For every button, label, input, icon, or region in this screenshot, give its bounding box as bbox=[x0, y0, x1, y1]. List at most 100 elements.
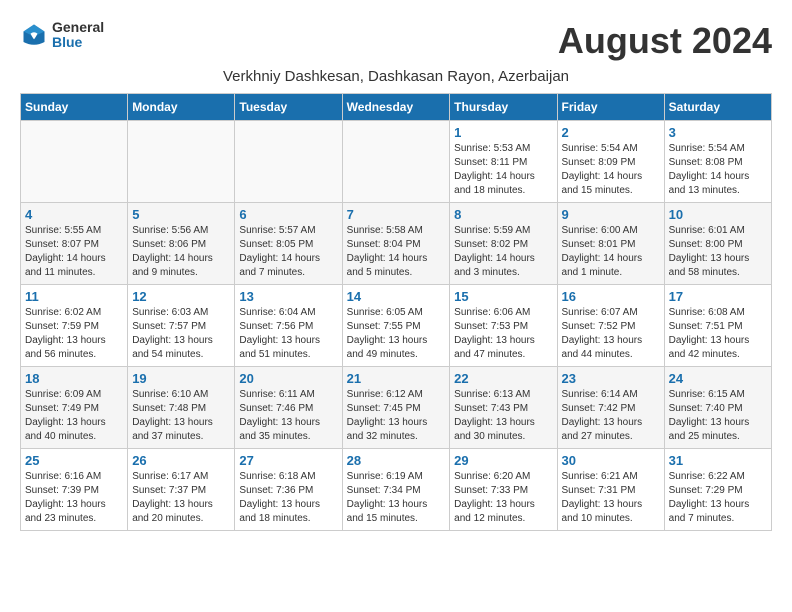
day-info: Sunrise: 6:07 AMSunset: 7:52 PMDaylight:… bbox=[562, 306, 660, 362]
calendar-cell: 26Sunrise: 6:17 AMSunset: 7:37 PMDayligh… bbox=[128, 449, 235, 531]
calendar-cell: 9 Sunrise: 6:00 AMSunset: 8:01 PMDaylight… bbox=[557, 203, 664, 285]
calendar-cell: 23 Sunrise: 6:14 AMSunset: 7:42 PMDayligh… bbox=[557, 367, 664, 449]
day-number: 5 bbox=[132, 207, 230, 222]
day-info: Sunrise: 6:15 AMSunset: 7:40 PMDaylight:… bbox=[669, 388, 767, 444]
day-number: 30 bbox=[562, 453, 660, 468]
calendar-cell: 28 Sunrise: 6:19 AMSunset: 7:34 PMDayligh… bbox=[342, 449, 450, 531]
calendar-cell bbox=[235, 121, 342, 203]
calendar-cell: 1 Sunrise: 5:53 AMSunset: 8:11 PMDaylight… bbox=[450, 121, 557, 203]
calendar-cell: 8 Sunrise: 5:59 AMSunset: 8:02 PMDaylight… bbox=[450, 203, 557, 285]
day-number: 13 bbox=[239, 289, 337, 304]
calendar-cell bbox=[342, 121, 450, 203]
calendar-table: SundayMondayTuesdayWednesdayThursdayFrid… bbox=[20, 93, 772, 531]
calendar-cell: 20 Sunrise: 6:11 AMSunset: 7:46 PMDayligh… bbox=[235, 367, 342, 449]
calendar-cell: 19 Sunrise: 6:10 AMSunset: 7:48 PMDayligh… bbox=[128, 367, 235, 449]
day-info: Sunrise: 6:03 AMSunset: 7:57 PMDaylight:… bbox=[132, 306, 230, 362]
day-info: Sunrise: 5:54 AMSunset: 8:09 PMDaylight:… bbox=[562, 142, 660, 198]
day-info: Sunrise: 6:05 AMSunset: 7:55 PMDaylight:… bbox=[347, 306, 446, 362]
day-number: 24 bbox=[669, 371, 767, 386]
column-header-thursday: Thursday bbox=[450, 94, 557, 121]
logo-blue: Blue bbox=[52, 35, 104, 50]
day-info: Sunrise: 6:21 AMSunset: 7:31 PMDaylight:… bbox=[562, 470, 660, 526]
day-info: Sunrise: 6:00 AMSunset: 8:01 PMDaylight:… bbox=[562, 224, 660, 280]
week-row-1: 1 Sunrise: 5:53 AMSunset: 8:11 PMDaylight… bbox=[21, 121, 772, 203]
day-info: Sunrise: 6:17 AMSunset: 7:37 PMDaylight:… bbox=[132, 470, 230, 526]
day-info: Sunrise: 5:57 AMSunset: 8:05 PMDaylight:… bbox=[239, 224, 337, 280]
logo-text: General Blue bbox=[52, 20, 104, 51]
day-info: Sunrise: 6:22 AMSunset: 7:29 PMDaylight:… bbox=[669, 470, 767, 526]
calendar-cell: 22 Sunrise: 6:13 AMSunset: 7:43 PMDayligh… bbox=[450, 367, 557, 449]
calendar-cell: 10 Sunrise: 6:01 AMSunset: 8:00 PMDayligh… bbox=[664, 203, 771, 285]
calendar-cell: 15 Sunrise: 6:06 AMSunset: 7:53 PMDayligh… bbox=[450, 285, 557, 367]
calendar-cell bbox=[128, 121, 235, 203]
column-header-sunday: Sunday bbox=[21, 94, 128, 121]
day-info: Sunrise: 6:02 AMSunset: 7:59 PMDaylight:… bbox=[25, 306, 123, 362]
column-header-friday: Friday bbox=[557, 94, 664, 121]
day-number: 14 bbox=[347, 289, 446, 304]
day-number: 7 bbox=[347, 207, 446, 222]
day-info: Sunrise: 6:01 AMSunset: 8:00 PMDaylight:… bbox=[669, 224, 767, 280]
day-info: Sunrise: 6:10 AMSunset: 7:48 PMDaylight:… bbox=[132, 388, 230, 444]
calendar-cell: 7 Sunrise: 5:58 AMSunset: 8:04 PMDaylight… bbox=[342, 203, 450, 285]
day-number: 25 bbox=[25, 453, 123, 468]
day-number: 1 bbox=[454, 125, 552, 140]
calendar-header-row: SundayMondayTuesdayWednesdayThursdayFrid… bbox=[21, 94, 772, 121]
week-row-3: 11 Sunrise: 6:02 AMSunset: 7:59 PMDayligh… bbox=[21, 285, 772, 367]
day-info: Sunrise: 6:14 AMSunset: 7:42 PMDaylight:… bbox=[562, 388, 660, 444]
day-number: 20 bbox=[239, 371, 337, 386]
logo-general: General bbox=[52, 20, 104, 35]
day-info: Sunrise: 5:56 AMSunset: 8:06 PMDaylight:… bbox=[132, 224, 230, 280]
day-number: 8 bbox=[454, 207, 552, 222]
calendar-cell: 5 Sunrise: 5:56 AMSunset: 8:06 PMDaylight… bbox=[128, 203, 235, 285]
day-number: 11 bbox=[25, 289, 123, 304]
day-number: 27 bbox=[239, 453, 337, 468]
header-section: General Blue August 2024 bbox=[20, 20, 772, 62]
calendar-cell: 18Sunrise: 6:09 AMSunset: 7:49 PMDayligh… bbox=[21, 367, 128, 449]
day-number: 3 bbox=[669, 125, 767, 140]
day-number: 9 bbox=[562, 207, 660, 222]
day-info: Sunrise: 6:13 AMSunset: 7:43 PMDaylight:… bbox=[454, 388, 552, 444]
day-number: 2 bbox=[562, 125, 660, 140]
day-number: 29 bbox=[454, 453, 552, 468]
week-row-2: 4 Sunrise: 5:55 AMSunset: 8:07 PMDaylight… bbox=[21, 203, 772, 285]
calendar-cell: 3Sunrise: 5:54 AMSunset: 8:08 PMDaylight… bbox=[664, 121, 771, 203]
day-number: 17 bbox=[669, 289, 767, 304]
day-info: Sunrise: 6:19 AMSunset: 7:34 PMDaylight:… bbox=[347, 470, 446, 526]
calendar-cell: 31 Sunrise: 6:22 AMSunset: 7:29 PMDayligh… bbox=[664, 449, 771, 531]
day-number: 31 bbox=[669, 453, 767, 468]
day-info: Sunrise: 6:04 AMSunset: 7:56 PMDaylight:… bbox=[239, 306, 337, 362]
day-number: 4 bbox=[25, 207, 123, 222]
calendar-cell: 11 Sunrise: 6:02 AMSunset: 7:59 PMDayligh… bbox=[21, 285, 128, 367]
column-header-saturday: Saturday bbox=[664, 94, 771, 121]
calendar-cell: 25 Sunrise: 6:16 AMSunset: 7:39 PMDayligh… bbox=[21, 449, 128, 531]
day-info: Sunrise: 6:20 AMSunset: 7:33 PMDaylight:… bbox=[454, 470, 552, 526]
calendar-cell: 14 Sunrise: 6:05 AMSunset: 7:55 PMDayligh… bbox=[342, 285, 450, 367]
column-header-tuesday: Tuesday bbox=[235, 94, 342, 121]
day-info: Sunrise: 5:58 AMSunset: 8:04 PMDaylight:… bbox=[347, 224, 446, 280]
day-info: Sunrise: 5:53 AMSunset: 8:11 PMDaylight:… bbox=[454, 142, 552, 198]
day-number: 23 bbox=[562, 371, 660, 386]
day-info: Sunrise: 5:55 AMSunset: 8:07 PMDaylight:… bbox=[25, 224, 123, 280]
location-title: Verkhniy Dashkesan, Dashkasan Rayon, Aze… bbox=[20, 68, 772, 85]
calendar-cell: 17Sunrise: 6:08 AMSunset: 7:51 PMDayligh… bbox=[664, 285, 771, 367]
day-info: Sunrise: 5:59 AMSunset: 8:02 PMDaylight:… bbox=[454, 224, 552, 280]
column-header-wednesday: Wednesday bbox=[342, 94, 450, 121]
day-info: Sunrise: 6:11 AMSunset: 7:46 PMDaylight:… bbox=[239, 388, 337, 444]
day-number: 15 bbox=[454, 289, 552, 304]
column-header-monday: Monday bbox=[128, 94, 235, 121]
day-number: 21 bbox=[347, 371, 446, 386]
day-number: 16 bbox=[562, 289, 660, 304]
day-info: Sunrise: 6:18 AMSunset: 7:36 PMDaylight:… bbox=[239, 470, 337, 526]
day-info: Sunrise: 6:16 AMSunset: 7:39 PMDaylight:… bbox=[25, 470, 123, 526]
week-row-4: 18Sunrise: 6:09 AMSunset: 7:49 PMDayligh… bbox=[21, 367, 772, 449]
day-number: 19 bbox=[132, 371, 230, 386]
calendar-cell: 4 Sunrise: 5:55 AMSunset: 8:07 PMDaylight… bbox=[21, 203, 128, 285]
day-info: Sunrise: 6:06 AMSunset: 7:53 PMDaylight:… bbox=[454, 306, 552, 362]
day-number: 28 bbox=[347, 453, 446, 468]
calendar-cell: 30 Sunrise: 6:21 AMSunset: 7:31 PMDayligh… bbox=[557, 449, 664, 531]
calendar-cell: 27 Sunrise: 6:18 AMSunset: 7:36 PMDayligh… bbox=[235, 449, 342, 531]
day-number: 10 bbox=[669, 207, 767, 222]
day-number: 22 bbox=[454, 371, 552, 386]
calendar-cell: 13 Sunrise: 6:04 AMSunset: 7:56 PMDayligh… bbox=[235, 285, 342, 367]
month-year-title: August 2024 bbox=[558, 20, 772, 62]
